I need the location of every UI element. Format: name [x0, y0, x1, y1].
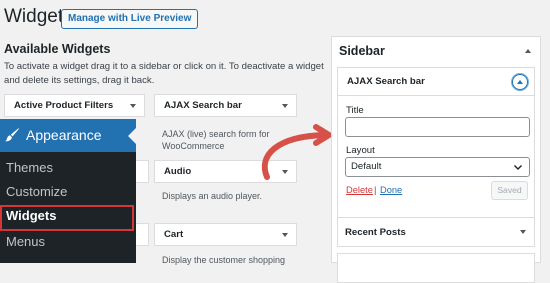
admin-menu: Appearance Themes Customize Widgets Menu… [0, 119, 136, 263]
widget-description: Display the customer shopping [162, 255, 286, 265]
collapse-toggle-icon[interactable] [512, 74, 528, 90]
widget-tile-active-product-filters[interactable]: Active Product Filters [4, 94, 145, 117]
caret-up-icon[interactable] [525, 49, 531, 53]
widget-tile-title: Cart [164, 229, 184, 240]
open-widget-title: AJAX Search bar [347, 76, 425, 87]
chevron-down-icon [514, 165, 522, 170]
widget-tile-title: Active Product Filters [14, 100, 114, 111]
widget-tile-title: Audio [164, 166, 192, 177]
layout-select-value: Default [351, 161, 382, 172]
title-input[interactable] [345, 117, 530, 137]
menu-item-customize[interactable]: Customize [6, 184, 67, 199]
menu-appearance[interactable]: Appearance [0, 119, 136, 152]
widgets-highlight-box [0, 205, 134, 231]
caret-down-icon[interactable] [282, 104, 288, 108]
menu-section-label: Appearance [26, 127, 102, 143]
link-separator: | [374, 185, 377, 195]
sidebar-widget-recent-posts[interactable]: Recent Posts [337, 217, 535, 247]
sidebar-panel: Sidebar AJAX Search bar Title Layout Def… [331, 36, 541, 283]
widget-description: Displays an audio player. [162, 191, 263, 201]
done-link[interactable]: Done [380, 185, 402, 195]
widget-tile-cart[interactable]: Cart [154, 223, 297, 246]
sidebar-widget-next[interactable] [337, 253, 535, 283]
layout-select[interactable]: Default [345, 157, 530, 177]
manage-live-preview-button[interactable]: Manage with Live Preview [61, 9, 199, 29]
saved-button[interactable]: Saved [491, 181, 528, 200]
title-field-label: Title [346, 105, 364, 116]
widget-tile-ajax-search-bar[interactable]: AJAX Search bar [154, 94, 297, 117]
widget-tile-title: AJAX Search bar [164, 100, 242, 111]
caret-down-icon[interactable] [130, 104, 136, 108]
paintbrush-icon [5, 128, 19, 142]
delete-link[interactable]: Delete [346, 185, 373, 195]
current-menu-notch [128, 128, 136, 144]
sidebar-widget-title: Recent Posts [345, 227, 406, 238]
caret-down-icon[interactable] [282, 233, 288, 237]
menu-item-themes[interactable]: Themes [6, 160, 53, 175]
open-widget-header[interactable]: AJAX Search bar [338, 68, 534, 96]
caret-down-icon[interactable] [520, 230, 526, 234]
layout-field-label: Layout [346, 145, 375, 156]
curved-arrow-icon [261, 124, 332, 180]
available-widgets-heading: Available Widgets [4, 42, 111, 56]
sidebar-title: Sidebar [339, 44, 385, 58]
menu-item-menus[interactable]: Menus [6, 234, 45, 249]
available-widgets-description: To activate a widget drag it to a sideba… [4, 61, 324, 86]
